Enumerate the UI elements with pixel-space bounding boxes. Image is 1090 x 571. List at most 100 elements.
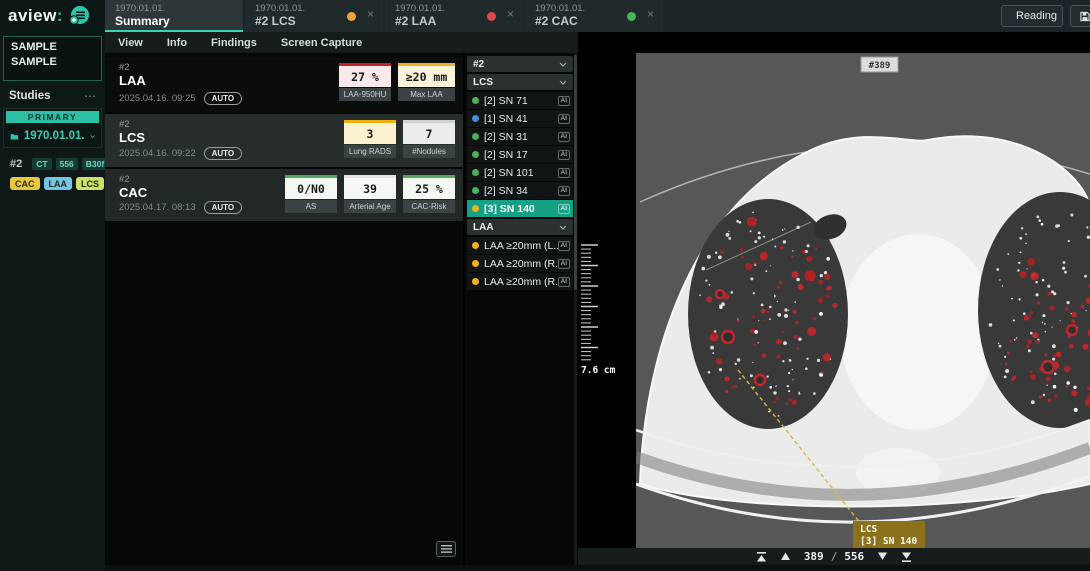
tab-lcs[interactable]: 1970.01.01. #2 LCS ×	[245, 0, 383, 32]
finding-item[interactable]: [2] SN 101 AI	[467, 164, 573, 181]
tab-laa[interactable]: 1970.01.01. #2 LAA ×	[385, 0, 523, 32]
study-row[interactable]: 1970.01.01.	[4, 125, 101, 147]
finding-label: [2] SN 71	[484, 95, 528, 107]
menu-view[interactable]: View	[118, 37, 143, 49]
row-name: LCS	[119, 130, 145, 145]
series-row[interactable]: #2 CT 556 B30f	[0, 148, 105, 170]
scrollbar[interactable]	[574, 53, 577, 565]
scrollbar-thumb[interactable]	[574, 55, 577, 290]
finding-item[interactable]: [2] SN 17 AI	[467, 146, 573, 163]
finding-item[interactable]: [1] SN 41 AI	[467, 110, 573, 127]
more-icon[interactable]: ⋯	[84, 92, 96, 100]
finding-item[interactable]: [2] SN 31 AI	[467, 128, 573, 145]
metric-value: 25 %	[403, 175, 455, 199]
svg-text:[3] SN 140: [3] SN 140	[860, 536, 917, 547]
row-series: #2	[119, 119, 130, 130]
studies-title: Studies	[9, 90, 51, 102]
last-slice-button[interactable]	[901, 552, 912, 562]
tab-title: #2 CAC	[535, 14, 655, 29]
menu-screen-capture[interactable]: Screen Capture	[281, 37, 362, 49]
metric-label: AS	[285, 200, 337, 213]
finding-item[interactable]: LAA ≥20mm (L... AI	[467, 237, 573, 254]
tab-cac[interactable]: 1970.01.01. #2 CAC ×	[525, 0, 663, 32]
finding-item[interactable]: LAA ≥20mm (R... AI	[467, 255, 573, 272]
row-datetime: 2025.04.17. 08:13	[119, 202, 196, 213]
row-datetime: 2025.04.16. 09:22	[119, 148, 196, 159]
group-select-value: LAA	[473, 222, 494, 233]
finding-item[interactable]: [2] SN 71 AI	[467, 92, 573, 109]
tab-title: #2 LAA	[395, 14, 515, 29]
patient-item[interactable]: SAMPLE	[11, 55, 94, 70]
close-icon[interactable]: ×	[507, 8, 514, 20]
summary-row-laa[interactable]: #2 LAA 2025.04.16. 09:25 AUTO 27 % LAA-9…	[105, 57, 463, 112]
save-button[interactable]	[1070, 5, 1090, 27]
finding-label: LAA ≥20mm (R...	[484, 258, 558, 270]
finding-dot-icon	[472, 169, 479, 176]
list-icon	[441, 545, 452, 553]
row-series: #2	[119, 174, 130, 185]
ct-image: 7.6 cm #389 LCS [3] SN 140	[578, 32, 1090, 548]
finding-dot-icon	[472, 151, 479, 158]
metric-label: Max LAA	[398, 88, 455, 101]
finding-dot-icon	[472, 133, 479, 140]
first-slice-button[interactable]	[756, 552, 767, 562]
svg-text:#389: #389	[869, 61, 891, 71]
patient-list: SAMPLE SAMPLE	[3, 36, 102, 81]
group-select-value: LCS	[473, 77, 493, 88]
summary-row-cac[interactable]: #2 CAC 2025.04.17. 08:13 AUTO 0/N0 AS 39…	[105, 169, 463, 221]
ct-viewport[interactable]: 7.6 cm #389 LCS [3] SN 140	[578, 32, 1090, 548]
metric-label: Arterial Age	[344, 200, 396, 213]
bottom-strip	[105, 565, 1090, 571]
group-select-laa[interactable]: LAA	[467, 219, 573, 235]
findings-panel: #2 LCS [2] SN 71 AI [1] SN 41 AI [2] SN …	[465, 53, 577, 565]
svg-text:LCS: LCS	[860, 524, 877, 535]
close-icon[interactable]: ×	[367, 8, 374, 20]
study-card[interactable]: PRIMARY 1970.01.01.	[3, 108, 102, 148]
previous-slice-button[interactable]	[780, 552, 791, 561]
auto-badge: AUTO	[204, 201, 243, 214]
metric-value: 0/N0	[285, 175, 337, 199]
slice-count-badge: 556	[56, 158, 78, 170]
reading-button[interactable]: Reading	[1001, 5, 1063, 27]
close-icon[interactable]: ×	[647, 8, 654, 20]
row-name: LAA	[119, 73, 146, 88]
auto-badge: AUTO	[204, 147, 243, 160]
nodule-annotation[interactable]: LCS [3] SN 140	[853, 521, 925, 548]
tab-summary[interactable]: 1970.01.01. Summary	[105, 0, 243, 32]
finding-label: [2] SN 34	[484, 185, 528, 197]
finding-item[interactable]: [2] SN 34 AI	[467, 182, 573, 199]
menu-info[interactable]: Info	[167, 37, 187, 49]
finding-item[interactable]: LAA ≥20mm (R... AI	[467, 273, 573, 290]
chevron-down-icon[interactable]	[90, 134, 95, 139]
next-slice-button[interactable]	[877, 552, 888, 561]
tag-laa: LAA	[44, 177, 73, 190]
chevron-down-icon	[559, 225, 567, 230]
metric-label: LAA-950HU	[339, 88, 391, 101]
folder-icon	[10, 131, 19, 142]
summary-row-lcs[interactable]: #2 LCS 2025.04.16. 09:22 AUTO 3 Lung RAD…	[105, 114, 463, 167]
ai-badge: AI	[558, 204, 571, 214]
logo-text: aview:	[8, 6, 63, 26]
finding-label: [3] SN 140	[484, 203, 535, 215]
metric-label: Lung RADS	[344, 145, 396, 158]
ai-badge: AI	[558, 168, 571, 178]
layout-list-button[interactable]	[436, 541, 456, 557]
menu-findings[interactable]: Findings	[211, 37, 257, 49]
ai-badge: AI	[558, 277, 571, 287]
finding-item-selected[interactable]: [3] SN 140 AI	[467, 200, 573, 217]
series-select[interactable]: #2	[467, 56, 573, 72]
status-dot-icon	[347, 12, 356, 21]
row-name: CAC	[119, 185, 147, 200]
sidebar: SAMPLE SAMPLE Studies ⋯ PRIMARY 1970.01.…	[0, 32, 105, 571]
patient-item[interactable]: SAMPLE	[11, 40, 94, 55]
tab-date: 1970.01.01.	[115, 3, 235, 14]
group-select-lcs[interactable]: LCS	[467, 74, 573, 90]
ai-badge: AI	[558, 132, 571, 142]
status-dot-icon	[487, 12, 496, 21]
modality-badge: CT	[32, 158, 51, 170]
ai-badge: AI	[558, 96, 571, 106]
nav-first-icon	[756, 552, 767, 562]
metric-max-laa: ≥20 mm Max LAA	[398, 63, 455, 101]
metric-value: 27 %	[339, 63, 391, 87]
metric-label: CAC-Risk	[403, 200, 455, 213]
